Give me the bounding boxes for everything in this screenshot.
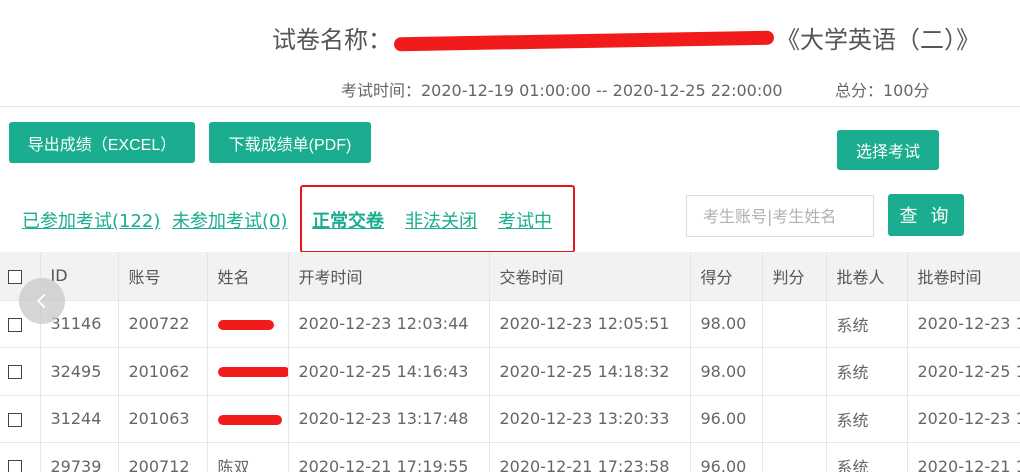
cell-name xyxy=(207,300,289,348)
cell-judge xyxy=(762,442,827,472)
select-exam-button[interactable]: 选择考试 xyxy=(837,130,939,170)
exam-title-prefix: 试卷名称： xyxy=(272,26,392,54)
filter-joined-link[interactable]: 已参加考试(122) xyxy=(22,208,160,236)
cell-grader: 系统 xyxy=(826,347,908,396)
row-checkbox[interactable] xyxy=(8,317,22,332)
column-header-name: 姓名 xyxy=(207,252,289,301)
row-checkbox[interactable] xyxy=(8,412,22,427)
cell-name xyxy=(207,347,289,396)
exam-meta: 考试时间：2020-12-19 01:00:00 -- 2020-12-25 2… xyxy=(0,78,1020,104)
row-checkbox[interactable] xyxy=(8,365,22,380)
cell-account: 200722 xyxy=(118,300,208,348)
search-input[interactable] xyxy=(686,195,874,237)
scroll-left-button[interactable] xyxy=(19,278,65,324)
cell-grade-time: 2020-12-21 17 xyxy=(907,442,1020,472)
cell-grader: 系统 xyxy=(826,395,908,443)
cell-account: 201062 xyxy=(118,347,208,396)
name-redaction-bar xyxy=(217,414,282,425)
exam-title-suffix: 《大学英语（二）》 xyxy=(776,26,980,54)
cell-id: 32495 xyxy=(40,347,119,396)
cell-submit-time: 2020-12-21 17:23:58 xyxy=(489,442,691,472)
cell-name xyxy=(207,395,289,443)
column-header-grade-time: 批卷时间 xyxy=(907,252,1020,301)
table-header-row: ID 账号 姓名 开考时间 交卷时间 得分 判分 批卷人 批卷时间 xyxy=(0,252,1020,301)
column-header-submit-time: 交卷时间 xyxy=(489,252,691,301)
column-header-grader: 批卷人 xyxy=(826,252,908,301)
column-header-start-time: 开考时间 xyxy=(288,252,490,301)
cell-submit-time: 2020-12-25 14:18:32 xyxy=(489,347,691,396)
cell-score: 96.00 xyxy=(690,442,763,472)
cell-name: 陈双 xyxy=(207,442,289,472)
cell-grade-time: 2020-12-23 13 xyxy=(907,395,1020,443)
cell-score: 96.00 xyxy=(690,395,763,443)
export-excel-button[interactable]: 导出成绩（EXCEL） xyxy=(9,122,195,163)
cell-judge xyxy=(762,347,827,396)
name-redaction-bar xyxy=(217,319,274,330)
row-checkbox-cell[interactable] xyxy=(0,347,41,396)
table-row: 31146 200722 2020-12-23 12:03:44 2020-12… xyxy=(0,300,1020,348)
cell-score: 98.00 xyxy=(690,300,763,348)
row-checkbox[interactable] xyxy=(8,460,22,472)
download-pdf-button[interactable]: 下载成绩单(PDF) xyxy=(209,122,371,163)
cell-start-time: 2020-12-23 12:03:44 xyxy=(288,300,490,348)
cell-grade-time: 2020-12-23 12 xyxy=(907,300,1020,348)
cell-grade-time: 2020-12-25 14 xyxy=(907,347,1020,396)
total-score: 总分：100分 xyxy=(835,81,930,100)
results-table: ID 账号 姓名 开考时间 交卷时间 得分 判分 批卷人 批卷时间 31146 … xyxy=(0,252,1020,472)
cell-start-time: 2020-12-23 13:17:48 xyxy=(288,395,490,443)
exam-title: 试卷名称： 《大学英语（二）》 xyxy=(272,20,1012,60)
name-redaction-bar xyxy=(217,367,287,378)
table-row: 29739 200712 陈双 2020-12-21 17:19:55 2020… xyxy=(0,442,1020,472)
table-row: 32495 201062 2020-12-25 14:16:43 2020-12… xyxy=(0,347,1020,396)
cell-account: 200712 xyxy=(118,442,208,472)
cell-grader: 系统 xyxy=(826,442,908,472)
highlight-annotation-box xyxy=(300,185,575,253)
cell-account: 201063 xyxy=(118,395,208,443)
row-checkbox-cell[interactable] xyxy=(0,395,41,443)
query-button[interactable]: 查 询 xyxy=(888,194,964,236)
filter-not-joined-link[interactable]: 未参加考试(0) xyxy=(172,208,288,236)
cell-id: 31244 xyxy=(40,395,119,443)
cell-submit-time: 2020-12-23 13:20:33 xyxy=(489,395,691,443)
column-header-score: 得分 xyxy=(690,252,763,301)
exam-time: 考试时间：2020-12-19 01:00:00 -- 2020-12-25 2… xyxy=(341,81,783,100)
cell-score: 98.00 xyxy=(690,347,763,396)
chevron-left-icon xyxy=(37,294,46,308)
cell-submit-time: 2020-12-23 12:05:51 xyxy=(489,300,691,348)
cell-judge xyxy=(762,395,827,443)
cell-id: 29739 xyxy=(40,442,119,472)
cell-judge xyxy=(762,300,827,348)
cell-grader: 系统 xyxy=(826,300,908,348)
table-row: 31244 201063 2020-12-23 13:17:48 2020-12… xyxy=(0,395,1020,443)
column-header-account: 账号 xyxy=(118,252,208,301)
column-header-judge: 判分 xyxy=(762,252,827,301)
cell-start-time: 2020-12-25 14:16:43 xyxy=(288,347,490,396)
header-divider xyxy=(0,106,1020,107)
redaction-bar xyxy=(393,30,775,52)
row-checkbox-cell[interactable] xyxy=(0,442,41,472)
cell-start-time: 2020-12-21 17:19:55 xyxy=(288,442,490,472)
select-all-checkbox[interactable] xyxy=(8,269,22,284)
